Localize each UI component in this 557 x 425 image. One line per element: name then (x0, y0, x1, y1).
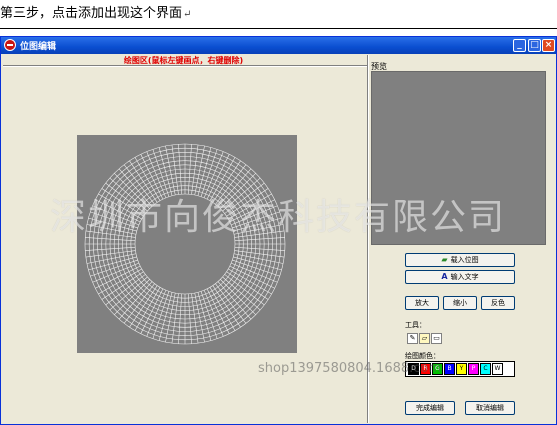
colors-label: 绘图颜色： (405, 352, 440, 360)
invert-button[interactable]: 反色 (481, 296, 515, 310)
close-button[interactable]: × (542, 39, 555, 52)
step-text: 第三步，点击添加出现这个界面 (0, 6, 183, 21)
cancel-edit-button[interactable]: 取消编辑 (465, 401, 515, 415)
color-swatch[interactable]: Y (456, 363, 467, 375)
polar-grid (84, 143, 286, 345)
app-icon (4, 39, 16, 51)
minimize-button[interactable]: _ (513, 39, 526, 52)
input-text-label: 输入文字 (450, 273, 479, 281)
document-rule (0, 28, 557, 29)
screenshot: { "document": { "step_text": "第三步，点击添加出现… (0, 0, 557, 425)
load-bitmap-label: 载入位图 (450, 256, 479, 264)
window-title: 位图编辑 (20, 42, 57, 52)
zoom-in-button[interactable]: 放大 (405, 296, 439, 310)
zoom-out-button[interactable]: 缩小 (443, 296, 477, 310)
canvas-divider (3, 65, 367, 67)
rectangle-icon[interactable]: ▭ (431, 333, 442, 344)
color-swatch[interactable]: P (468, 363, 479, 375)
color-swatch[interactable]: B (444, 363, 455, 375)
input-text-button[interactable]: A 输入文字 (405, 270, 515, 284)
text-icon: A (441, 272, 448, 281)
folder-icon: ▰ (441, 255, 448, 264)
load-bitmap-button[interactable]: ▰ 载入位图 (405, 253, 515, 267)
company-watermark: 深圳市向俊杰科技有限公司 (50, 197, 507, 238)
paragraph-mark: ↵ (183, 9, 192, 20)
color-swatch[interactable]: W (492, 363, 503, 375)
finish-edit-button[interactable]: 完成编辑 (405, 401, 455, 415)
tools-label: 工具： (405, 321, 426, 329)
color-swatch[interactable]: C (480, 363, 491, 375)
shop-watermark: shop1397580804.1688.com (258, 361, 442, 376)
instruction-text: 第三步，点击添加出现这个界面↵ (0, 2, 191, 21)
drawing-canvas[interactable] (77, 135, 297, 353)
pencil-icon[interactable]: ✎ (407, 333, 418, 344)
eraser-icon[interactable]: ▱ (419, 333, 430, 344)
title-bar[interactable]: 位图编辑 _ □ × (1, 37, 556, 54)
maximize-button[interactable]: □ (528, 39, 541, 52)
